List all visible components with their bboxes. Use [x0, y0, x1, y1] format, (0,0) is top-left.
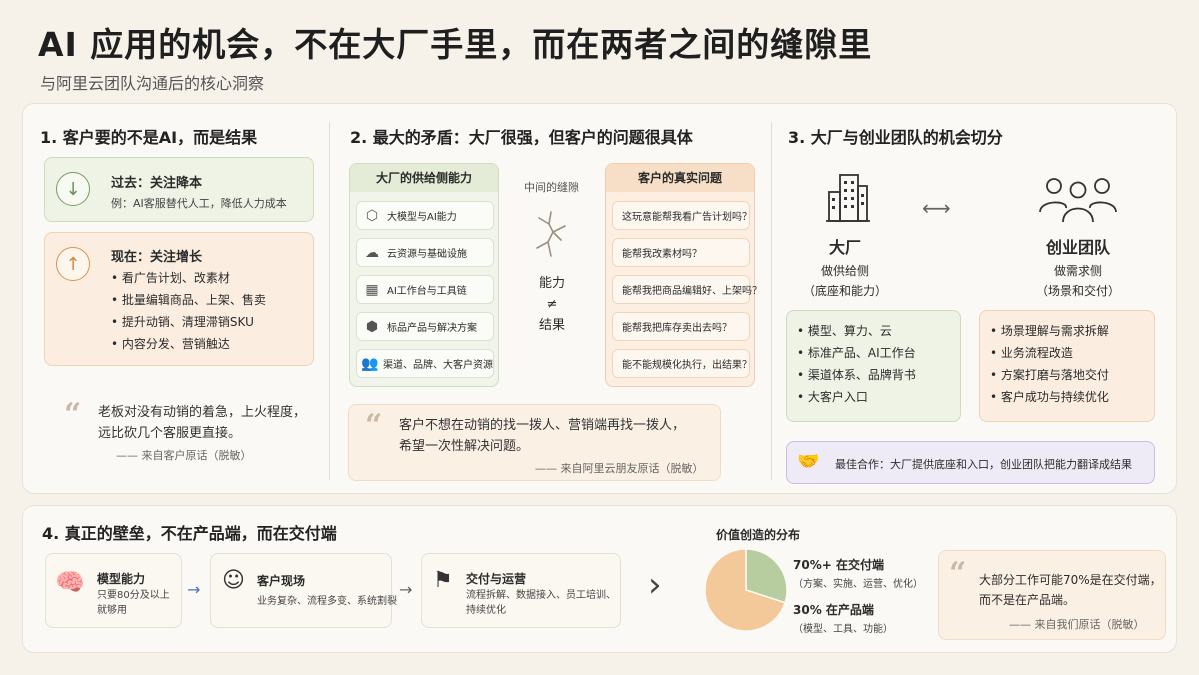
now-label: 现在：关注增长 [111, 250, 203, 265]
demand-item: 能帮我把库存卖出去吗？ [612, 312, 750, 341]
supply-box: 大厂的供给侧能力 ⬡ 大模型与AI能力 ☁ 云资源与基础设施 ▦ AI工作台与工具链 … [349, 163, 499, 387]
slice-label-delivery: 70%+ 在交付端 [793, 558, 884, 572]
gap-text: 能力 ≠ 结果 [538, 276, 565, 333]
demand-item: 这玩意能帮我看广告计划吗？ [612, 201, 752, 230]
quote-icon: “ [949, 556, 967, 591]
arrow-right-icon: → [187, 580, 201, 599]
list-item: • 渠道体系、品牌背书 [797, 368, 916, 382]
people-icon: 👥 [361, 355, 379, 372]
page-title: AI 应用的机会，不在大厂手里，而在两者之间的缝隙里 [38, 25, 873, 64]
step-desc: 业务复杂、流程多变、系统割裂 [257, 596, 397, 607]
demand-title: 客户的真实问题 [606, 164, 754, 192]
section-1-title: 1. 客户要的不是AI，而是结果 [40, 128, 258, 147]
quote-source: —— 来自我们原话（脱敏） [1009, 618, 1145, 631]
section-2-title: 2. 最大的矛盾：大厂很强，但客户的问题很具体 [350, 128, 693, 147]
box-icon: ⬢ [365, 318, 379, 335]
past-card: ↓ 过去：关注降本 例：AI客服替代人工，降低人力成本 [44, 157, 314, 222]
section-3-title: 3. 大厂与创业团队的机会切分 [788, 128, 1003, 147]
big-role: 做供给侧 [820, 264, 869, 278]
supply-item: ⬢ 标品产品与解决方案 [356, 312, 494, 341]
startup-name: 创业团队 [1045, 238, 1110, 257]
startup-list: • 场景理解与需求拆解 • 业务流程改造 • 方案打磨与落地交付 • 客户成功与… [990, 320, 1109, 408]
section-4-title: 4. 真正的壁垒，不在产品端，而在交付端 [42, 524, 337, 543]
quote-source: —— 来自客户原话（脱敏） [116, 449, 252, 462]
quote-card: “ 大部分工作可能70%是在交付端， 而不是在产品端。 —— 来自我们原话（脱敏… [938, 550, 1166, 640]
big-role-detail: （底座和能力） [802, 284, 887, 298]
step-title: 客户现场 [257, 574, 306, 588]
now-list: • 看广告计划、改素材 • 批量编辑商品、上架、售卖 • 提升动销、清理滞销SK… [111, 267, 266, 355]
list-item: • 看广告计划、改素材 [111, 271, 230, 285]
grid-icon: ▦ [365, 281, 379, 298]
brain-icon: 🧠 [55, 568, 85, 596]
arrow-right-icon: → [399, 580, 413, 599]
supply-item: ☁ 云资源与基础设施 [356, 238, 494, 267]
chevron-right-icon: › [648, 565, 662, 605]
double-arrow-icon: ⟷ [922, 196, 951, 220]
arrow-up-icon: ↑ [56, 247, 90, 281]
quote-text: 大部分工作可能70%是在交付端， 而不是在产品端。 [979, 573, 1162, 607]
page-subtitle: 与阿里云团队沟通后的核心洞察 [40, 74, 265, 93]
list-item: • 客户成功与持续优化 [990, 390, 1109, 404]
divider [771, 122, 772, 480]
demand-item: 能帮我把商品编辑好、上架吗？ [612, 275, 762, 304]
person-icon: ☺ [222, 568, 245, 593]
step-desc: 只要80分及以上 就够用 [97, 590, 170, 616]
list-item: • 业务流程改造 [990, 346, 1073, 360]
quote-card: “ 客户不想在动销的找一拨人、营销端再找一拨人， 希望一次性解决问题。 —— 来… [348, 404, 721, 481]
startup-role: 做需求侧 [1053, 264, 1102, 278]
supply-item: 👥 渠道、品牌、大客户资源 [356, 349, 494, 378]
quote-source: —— 来自阿里云朋友原话（脱敏） [535, 462, 704, 475]
step-card: ☺ 客户现场 业务复杂、流程多变、系统割裂 [210, 553, 397, 628]
big-card: • 模型、算力、云 • 标准产品、AI工作台 • 渠道体系、品牌背书 • 大客户… [786, 310, 961, 422]
quote-text: 客户不想在动销的找一拨人、营销端再找一拨人， 希望一次性解决问题。 [399, 418, 686, 454]
handshake-icon: 🤝 [797, 451, 820, 472]
step-card: ⚑ 交付与运营 流程拆解、数据接入、员工培训、 持续优化 [421, 553, 621, 628]
gap-label: 中间的缝隙 [524, 181, 579, 194]
pie-chart [704, 548, 788, 632]
cloud-icon: ☁ [365, 244, 379, 261]
crack-icon [536, 211, 566, 257]
slice-detail-delivery: （方案、实施、运营、优化） [793, 579, 923, 590]
list-item: • 场景理解与需求拆解 [990, 324, 1109, 338]
best-card: 🤝 最佳合作：大厂提供底座和入口，创业团队把能力翻译成结果 [786, 441, 1155, 484]
value-title: 价值创造的分布 [716, 528, 801, 542]
step-title: 交付与运营 [466, 572, 527, 586]
step-desc: 流程拆解、数据接入、员工培训、 持续优化 [466, 590, 616, 616]
list-item: • 大客户入口 [797, 390, 868, 404]
supply-title: 大厂的供给侧能力 [350, 164, 498, 192]
big-name: 大厂 [828, 238, 861, 257]
list-item: • 批量编辑商品、上架、售卖 [111, 293, 266, 307]
quote-text: 老板对没有动销的着急，上火程度， 远比砍几个客服更直接。 [98, 405, 307, 441]
past-label: 过去：关注降本 [111, 176, 203, 191]
best-text: 最佳合作：大厂提供底座和入口，创业团队把能力翻译成结果 [835, 458, 1132, 471]
startup-role-detail: （场景和交付） [1035, 284, 1120, 298]
quote-icon: “ [365, 408, 383, 443]
demand-box: 客户的真实问题 这玩意能帮我看广告计划吗？ 能帮我改素材吗？ 能帮我把商品编辑好… [605, 163, 762, 387]
arrow-down-icon: ↓ [56, 172, 90, 206]
team-icon [1039, 178, 1117, 223]
building-icon [826, 174, 870, 222]
step-title: 模型能力 [97, 572, 146, 586]
cube-icon: ⬡ [365, 207, 379, 224]
big-list: • 模型、算力、云 • 标准产品、AI工作台 • 渠道体系、品牌背书 • 大客户… [797, 320, 916, 408]
list-item: • 标准产品、AI工作台 [797, 346, 916, 360]
list-item: • 方案打磨与落地交付 [990, 368, 1109, 382]
flag-icon: ⚑ [433, 568, 453, 593]
past-example: 例：AI客服替代人工，降低人力成本 [111, 197, 287, 210]
supply-item: ▦ AI工作台与工具链 [356, 275, 494, 304]
startup-card: • 场景理解与需求拆解 • 业务流程改造 • 方案打磨与落地交付 • 客户成功与… [979, 310, 1155, 422]
divider [329, 122, 330, 480]
now-card: ↑ 现在：关注增长 • 看广告计划、改素材 • 批量编辑商品、上架、售卖 • 提… [44, 232, 314, 366]
demand-item: 能帮我改素材吗？ [612, 238, 750, 267]
list-item: • 提升动销、清理滞销SKU [111, 315, 254, 329]
list-item: • 内容分发、营销触达 [111, 337, 230, 351]
demand-item: 能不能规模化执行，出结果？ [612, 349, 752, 378]
quote-icon: “ [64, 397, 82, 432]
list-item: • 模型、算力、云 [797, 324, 892, 338]
supply-item: ⬡ 大模型与AI能力 [356, 201, 494, 230]
slice-detail-product: （模型、工具、功能） [793, 624, 893, 635]
slice-label-product: 30% 在产品端 [793, 603, 874, 617]
step-card: 🧠 模型能力 只要80分及以上 就够用 [45, 553, 182, 628]
